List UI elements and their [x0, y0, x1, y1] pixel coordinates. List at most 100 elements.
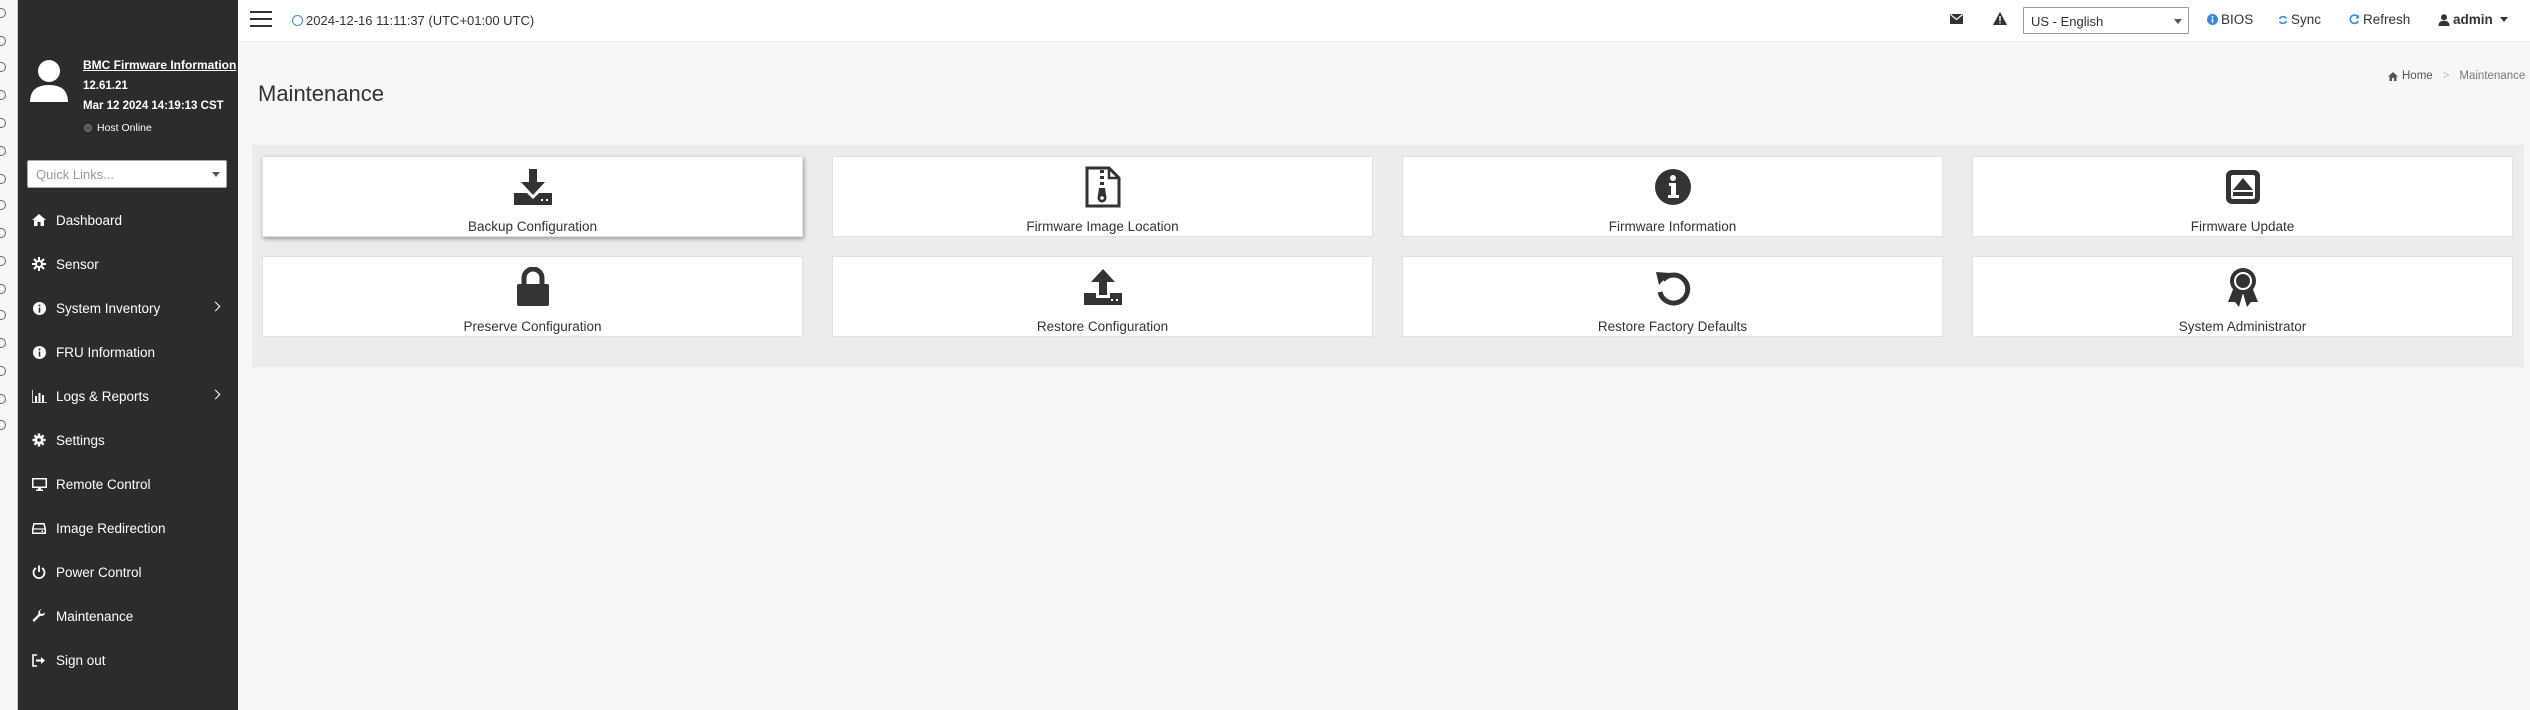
- sidebar-item-label: Sensor: [56, 256, 99, 272]
- sidebar-item-label: FRU Information: [56, 344, 156, 360]
- sidebar-item-label: System Inventory: [56, 300, 161, 316]
- host-status: Host Online: [84, 122, 152, 134]
- breadcrumb-home[interactable]: Home: [2402, 70, 2433, 82]
- chevron-down-icon: [2174, 19, 2182, 24]
- server-clock: 2024-12-16 11:11:37 (UTC+01:00 UTC): [292, 13, 534, 28]
- card-label: Restore Factory Defaults: [1597, 319, 1748, 334]
- power-icon: [31, 564, 47, 580]
- chevron-right-icon: [210, 301, 221, 312]
- refresh-label: Refresh: [2363, 12, 2411, 27]
- card-label: Preserve Configuration: [463, 319, 602, 334]
- home-icon: [2388, 71, 2398, 81]
- breadcrumb: Home > Maintenance: [2388, 70, 2525, 82]
- sidebar-item-maintenance[interactable]: Maintenance: [18, 596, 238, 636]
- sidebar-item-label: Sign out: [56, 652, 106, 668]
- sidebar-item-sign-out[interactable]: Sign out: [18, 640, 238, 680]
- firmware-version: 12.61.21: [83, 80, 128, 92]
- bar-chart-icon: [31, 388, 47, 404]
- card-label: Firmware Information: [1608, 219, 1737, 234]
- profile-panel: BMC Firmware Information 12.61.21 Mar 12…: [18, 0, 238, 150]
- info-icon: [31, 344, 47, 360]
- datetime-text: 2024-12-16 11:11:37 (UTC+01:00 UTC): [306, 13, 535, 28]
- clock-icon: [292, 15, 303, 26]
- menu-toggle-icon[interactable]: [250, 11, 272, 29]
- sensor-icon: [31, 256, 47, 272]
- language-value: US - English: [2031, 14, 2104, 29]
- top-bar: 2024-12-16 11:11:37 (UTC+01:00 UTC) US -…: [238, 0, 2530, 42]
- monitor-icon: [31, 476, 47, 492]
- status-dot-icon: [84, 124, 92, 132]
- award-icon: [2223, 266, 2263, 308]
- bios-label: BIOS: [2221, 12, 2254, 27]
- info-circle-icon: [1653, 166, 1693, 208]
- info-icon: [2207, 14, 2218, 25]
- sidebar-item-image-redirection[interactable]: Image Redirection: [18, 508, 238, 548]
- quick-links-select[interactable]: Quick Links...: [27, 160, 227, 188]
- warning-icon[interactable]: [1993, 12, 2007, 25]
- dashboard-icon: [31, 212, 47, 228]
- download-icon: [513, 166, 553, 208]
- breadcrumb-current: Maintenance: [2459, 70, 2526, 82]
- wrench-icon: [31, 608, 47, 624]
- card-restore-configuration[interactable]: Restore Configuration: [832, 256, 1373, 337]
- sidebar-item-fru-information[interactable]: FRU Information: [18, 332, 238, 372]
- mail-icon[interactable]: [1950, 14, 1963, 24]
- chevron-right-icon: [210, 389, 221, 400]
- card-firmware-image-location[interactable]: Firmware Image Location: [832, 156, 1373, 237]
- lock-icon: [513, 266, 553, 308]
- sidebar-item-dashboard[interactable]: Dashboard: [18, 200, 238, 240]
- zip-file-icon: [1083, 166, 1123, 208]
- card-label: Firmware Image Location: [1026, 219, 1179, 234]
- card-backup-configuration[interactable]: Backup Configuration: [262, 156, 803, 237]
- chevron-down-icon: [212, 172, 220, 177]
- sync-label: Sync: [2291, 12, 2322, 27]
- eject-icon: [2223, 166, 2263, 208]
- sync-button[interactable]: Sync: [2278, 12, 2321, 27]
- card-system-administrator[interactable]: System Administrator: [1972, 256, 2513, 337]
- undo-icon: [1653, 266, 1693, 308]
- sidebar-item-label: Dashboard: [56, 212, 123, 228]
- sidebar-item-sensor[interactable]: Sensor: [18, 244, 238, 284]
- card-firmware-update[interactable]: Firmware Update: [1972, 156, 2513, 237]
- language-select[interactable]: US - English: [2023, 7, 2189, 34]
- drive-icon: [31, 520, 47, 536]
- refresh-icon: [2349, 14, 2360, 25]
- gear-icon: [31, 432, 47, 448]
- card-label: Restore Configuration: [1036, 319, 1169, 334]
- user-avatar-icon: [30, 60, 68, 102]
- sidebar-item-system-inventory[interactable]: System Inventory: [18, 288, 238, 328]
- refresh-button[interactable]: Refresh: [2349, 12, 2410, 27]
- sidebar-item-label: Settings: [56, 432, 105, 448]
- card-restore-factory-defaults[interactable]: Restore Factory Defaults: [1402, 256, 1943, 337]
- page-title: Maintenance: [258, 81, 384, 106]
- sidebar-item-label: Maintenance: [56, 608, 134, 624]
- sidebar-item-label: Image Redirection: [56, 520, 166, 536]
- card-label: Backup Configuration: [467, 219, 598, 234]
- firmware-info-link[interactable]: BMC Firmware Information: [83, 58, 236, 72]
- sidebar-item-label: Remote Control: [56, 476, 151, 492]
- upload-icon: [1083, 266, 1123, 308]
- breadcrumb-separator: >: [2442, 70, 2450, 82]
- sync-icon: [2278, 15, 2288, 24]
- sidebar-item-settings[interactable]: Settings: [18, 420, 238, 460]
- card-label: System Administrator: [2178, 319, 2307, 334]
- chevron-down-icon: [2499, 17, 2508, 22]
- sidebar: BMC Firmware Information 12.61.21 Mar 12…: [18, 0, 238, 710]
- sidebar-item-label: Logs & Reports: [56, 388, 150, 404]
- sidebar-item-label: Power Control: [56, 564, 142, 580]
- sign-out-icon: [31, 652, 47, 668]
- maintenance-panel: Backup Configuration Firmware Image Loca…: [252, 145, 2524, 367]
- bios-button[interactable]: BIOS: [2207, 12, 2253, 27]
- card-preserve-configuration[interactable]: Preserve Configuration: [262, 256, 803, 337]
- sidebar-item-power-control[interactable]: Power Control: [18, 552, 238, 592]
- firmware-build-date: Mar 12 2024 14:19:13 CST: [83, 100, 224, 112]
- user-menu[interactable]: admin: [2438, 12, 2508, 27]
- info-icon: [31, 300, 47, 316]
- card-label: Firmware Update: [2190, 219, 2295, 234]
- host-status-label: Host Online: [97, 122, 152, 134]
- quick-links-placeholder: Quick Links...: [36, 167, 115, 182]
- background-window-edge: [0, 0, 18, 710]
- sidebar-item-remote-control[interactable]: Remote Control: [18, 464, 238, 504]
- card-firmware-information[interactable]: Firmware Information: [1402, 156, 1943, 237]
- sidebar-item-logs-reports[interactable]: Logs & Reports: [18, 376, 238, 416]
